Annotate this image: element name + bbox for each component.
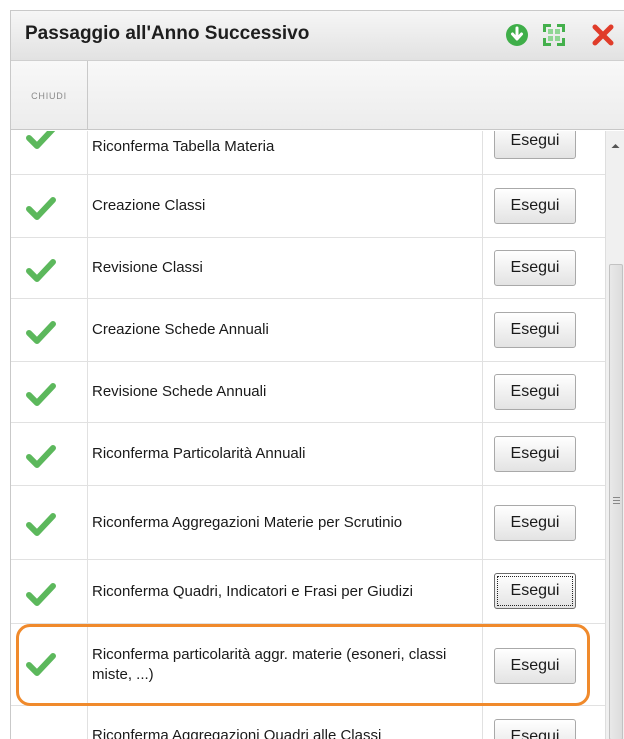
esegui-button[interactable]: Esegui — [494, 648, 576, 684]
step-label: Riconferma Quadri, Indicatori e Frasi pe… — [92, 582, 413, 600]
grip-icon — [613, 497, 620, 504]
vertical-scrollbar[interactable] — [605, 131, 624, 739]
esegui-button[interactable]: Esegui — [494, 436, 576, 472]
check-icon — [26, 653, 56, 676]
esegui-button[interactable]: Esegui — [494, 188, 576, 224]
toolbar: CHIUDI — [11, 61, 624, 130]
esegui-button[interactable]: Esegui — [494, 573, 576, 609]
status-cell — [11, 362, 88, 422]
status-cell — [11, 706, 88, 739]
step-label: Riconferma Particolarità Annuali — [92, 445, 306, 463]
step-label: Creazione Schede Annuali — [92, 321, 269, 339]
esegui-button[interactable]: Esegui — [494, 719, 576, 739]
esegui-button[interactable]: Esegui — [494, 312, 576, 348]
step-row: Riconferma Particolarità Annuali Esegui — [11, 423, 605, 486]
step-label: Revisione Classi — [92, 259, 203, 277]
check-icon — [26, 131, 56, 149]
check-icon — [26, 445, 56, 468]
dialog-window: Passaggio all'Anno Successivo CHIUDI Ric… — [10, 10, 624, 739]
step-row: Riconferma Aggregazioni Materie per Scru… — [11, 486, 605, 560]
check-icon — [26, 321, 56, 344]
step-label: Creazione Classi — [92, 197, 206, 215]
chiudi-label: CHIUDI — [31, 90, 67, 101]
status-cell — [11, 624, 88, 705]
step-label: Riconferma Aggregazioni Materie per Scru… — [92, 513, 403, 531]
step-row: Revisione Schede Annuali Esegui — [11, 362, 605, 423]
step-row: Creazione Classi Esegui — [11, 175, 605, 238]
esegui-button[interactable]: Esegui — [494, 131, 576, 159]
status-cell — [11, 131, 88, 174]
download-circle-icon[interactable] — [505, 23, 529, 47]
expand-icon[interactable] — [542, 23, 566, 47]
step-row: Creazione Schede Annuali Esegui — [11, 299, 605, 362]
window-title: Passaggio all'Anno Successivo — [25, 23, 310, 44]
step-label: Riconferma Tabella Materia — [92, 137, 275, 155]
status-cell — [11, 175, 88, 237]
check-icon — [26, 513, 56, 536]
check-icon — [26, 259, 56, 282]
title-bar: Passaggio all'Anno Successivo — [11, 11, 624, 61]
chiudi-button[interactable]: CHIUDI — [11, 61, 88, 130]
check-icon — [26, 197, 56, 220]
check-icon — [26, 383, 56, 406]
scroll-up-arrow-icon[interactable] — [606, 139, 624, 153]
status-cell — [11, 423, 88, 485]
scrollbar-thumb[interactable] — [609, 264, 623, 739]
check-icon — [26, 583, 56, 606]
step-row: Riconferma Tabella Materia Esegui — [11, 131, 605, 175]
step-label: Riconferma Aggregazioni Quadri alle Clas… — [92, 726, 382, 739]
steps-grid: Riconferma Tabella Materia Esegui Creazion… — [11, 131, 605, 739]
steps-list: Riconferma Tabella Materia Esegui Creazion… — [11, 131, 605, 739]
step-row: Riconferma Aggregazioni Quadri alle Clas… — [11, 706, 605, 739]
esegui-button[interactable]: Esegui — [494, 374, 576, 410]
close-icon[interactable] — [591, 23, 615, 47]
step-row: Riconferma Quadri, Indicatori e Frasi pe… — [11, 560, 605, 624]
esegui-button[interactable]: Esegui — [494, 505, 576, 541]
esegui-button[interactable]: Esegui — [494, 250, 576, 286]
status-cell — [11, 238, 88, 298]
status-cell — [11, 560, 88, 623]
step-row: Riconferma particolarità aggr. materie (… — [11, 624, 605, 706]
step-row: Revisione Classi Esegui — [11, 238, 605, 299]
step-label: Revisione Schede Annuali — [92, 383, 267, 401]
step-label: Riconferma particolarità aggr. materie (… — [92, 646, 447, 683]
status-cell — [11, 299, 88, 361]
status-cell — [11, 486, 88, 559]
